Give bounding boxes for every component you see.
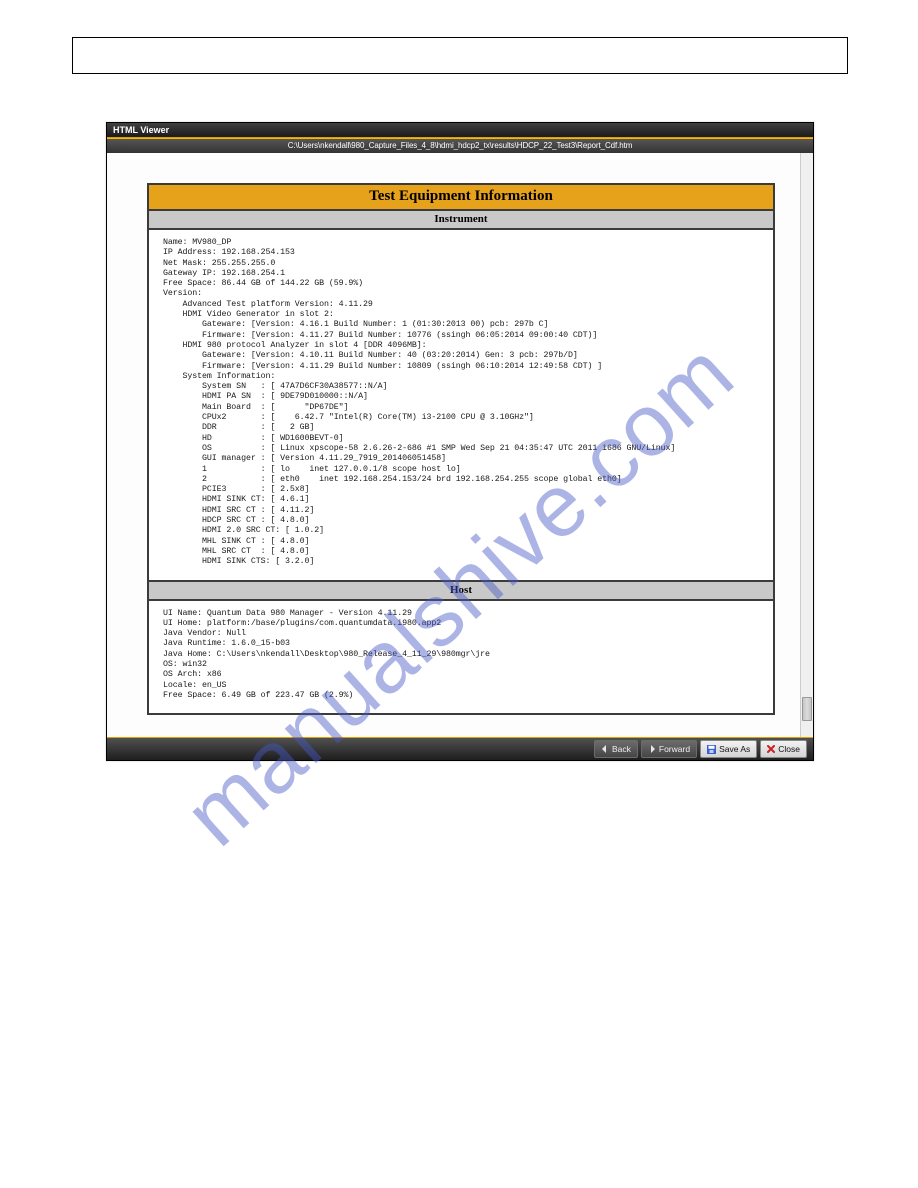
host-text: UI Name: Quantum Data 980 Manager - Vers… bbox=[163, 609, 763, 702]
report-title: Test Equipment Information bbox=[149, 185, 773, 211]
instrument-subtitle: Instrument bbox=[149, 211, 773, 230]
disk-icon bbox=[707, 745, 716, 754]
host-subtitle: Host bbox=[149, 580, 773, 601]
forward-label: Forward bbox=[659, 744, 690, 754]
scrollbar-thumb[interactable] bbox=[802, 697, 812, 721]
button-bar: Back Forward Save As Close bbox=[107, 737, 813, 760]
back-button[interactable]: Back bbox=[594, 740, 638, 758]
html-viewer-window: HTML Viewer C:\Users\nkendall\980_Captur… bbox=[106, 122, 814, 761]
back-label: Back bbox=[612, 744, 631, 754]
save-as-label: Save As bbox=[719, 744, 750, 754]
content-area: Test Equipment Information Instrument Na… bbox=[107, 153, 813, 737]
vertical-scrollbar[interactable] bbox=[800, 153, 813, 737]
save-as-button[interactable]: Save As bbox=[700, 740, 757, 758]
close-icon bbox=[767, 745, 775, 753]
instrument-text: Name: MV980_DP IP Address: 192.168.254.1… bbox=[163, 238, 763, 568]
close-label: Close bbox=[778, 744, 800, 754]
page-top-empty-box bbox=[72, 37, 848, 74]
host-body: UI Name: Quantum Data 980 Manager - Vers… bbox=[149, 601, 773, 714]
forward-button[interactable]: Forward bbox=[641, 740, 697, 758]
arrow-left-icon bbox=[601, 745, 609, 753]
instrument-body: Name: MV980_DP IP Address: 192.168.254.1… bbox=[149, 230, 773, 580]
close-button[interactable]: Close bbox=[760, 740, 807, 758]
report-frame: Test Equipment Information Instrument Na… bbox=[147, 183, 775, 715]
window-title: HTML Viewer bbox=[107, 123, 813, 138]
arrow-right-icon bbox=[648, 745, 656, 753]
file-path-bar: C:\Users\nkendall\980_Capture_Files_4_8\… bbox=[107, 138, 813, 153]
